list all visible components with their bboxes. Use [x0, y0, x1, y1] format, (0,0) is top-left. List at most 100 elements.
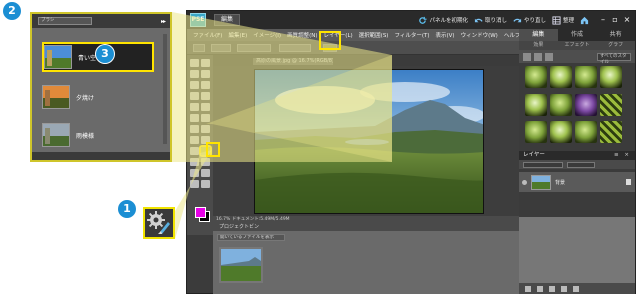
zoom-tool[interactable]: [201, 59, 210, 67]
style-icon[interactable]: [534, 52, 542, 61]
edit-mode-button[interactable]: 編集: [214, 14, 241, 26]
crop-tool[interactable]: [201, 103, 210, 111]
eyedropper-tool[interactable]: [201, 70, 210, 78]
smart-brush-tool[interactable]: [190, 158, 199, 166]
callout-scrollbar[interactable]: [163, 34, 167, 144]
panel-subtabs: 効果 エフェクト グラフ: [519, 41, 635, 50]
menu-bar: ファイル(F) 編集(E) イメージ(I) 画質調整(N) レイヤー(L) 選択…: [187, 29, 519, 41]
brush-tool-callout: [143, 207, 175, 239]
menu-help[interactable]: ヘルプ(H): [504, 31, 519, 39]
red-eye-tool[interactable]: [190, 125, 199, 133]
filter-icon[interactable]: [523, 52, 531, 61]
eraser-tool[interactable]: [201, 136, 210, 144]
option-mode[interactable]: [211, 44, 231, 52]
effect-thumb[interactable]: [550, 66, 572, 88]
eye-icon[interactable]: [522, 179, 527, 185]
magic-wand-tool[interactable]: [190, 92, 199, 100]
sponge-tool[interactable]: [201, 180, 210, 188]
effect-thumb[interactable]: [525, 93, 547, 116]
subtab-graphics[interactable]: グラフ: [596, 41, 635, 50]
tab-share[interactable]: 共有: [596, 29, 635, 41]
paint-bucket-tool[interactable]: [201, 158, 210, 166]
blend-mode-select[interactable]: [523, 161, 563, 168]
type-tool[interactable]: [190, 103, 199, 111]
undo-button[interactable]: 取り消し: [474, 16, 507, 25]
hand-tool[interactable]: [190, 70, 199, 78]
layer-row[interactable]: 背景: [519, 172, 635, 192]
document-photo[interactable]: [254, 69, 484, 214]
status-bar: 16.7% ドキュメント:5.49M/5.49M: [213, 216, 519, 223]
brush-category-select[interactable]: ブラシ: [38, 17, 92, 25]
layers-panel-controls[interactable]: ≡ ×: [614, 151, 631, 160]
panel-area: 編集 作成 共有 効果 エフェクト グラフ すべてのスタイル レイヤー ≡ × …: [519, 29, 635, 294]
photo-effect-icon[interactable]: [545, 52, 553, 61]
preset-item-rainy[interactable]: 雨模様: [42, 120, 154, 150]
organizer-button[interactable]: 整理: [552, 15, 574, 25]
cookie-cutter-tool[interactable]: [201, 114, 210, 122]
move-tool[interactable]: [190, 59, 199, 67]
mask-icon[interactable]: [549, 286, 555, 292]
layers-footer: [519, 283, 635, 294]
healing-brush-tool[interactable]: [201, 125, 210, 133]
effect-thumb[interactable]: [575, 93, 597, 116]
subtab-effects[interactable]: 効果: [519, 41, 558, 50]
maximize-button[interactable]: ▫: [611, 15, 619, 25]
opacity-select[interactable]: [567, 161, 595, 168]
project-bin: プロジェクトビン 開いているファイルを表示: [213, 223, 519, 294]
menu-enhance[interactable]: 画質調整(N): [287, 31, 317, 39]
adjustment-layer-icon[interactable]: [537, 286, 543, 292]
new-layer-icon[interactable]: [525, 286, 531, 292]
quick-select-tool[interactable]: [201, 92, 210, 100]
redo-button[interactable]: やり直し: [513, 16, 546, 25]
menu-view[interactable]: 表示(V): [436, 31, 455, 39]
gradient-tool[interactable]: [190, 169, 199, 177]
option-size[interactable]: [237, 44, 271, 52]
effect-thumb[interactable]: [575, 121, 597, 144]
marquee-tool[interactable]: [190, 81, 199, 89]
effects-select[interactable]: すべてのスタイル: [597, 52, 631, 65]
tab-edit[interactable]: 編集: [519, 29, 558, 41]
minimize-button[interactable]: –: [599, 15, 607, 25]
menu-file[interactable]: ファイル(F): [193, 31, 222, 39]
pencil-tool[interactable]: [190, 147, 199, 155]
close-button[interactable]: ×: [623, 15, 631, 25]
preset-item-sunset[interactable]: 夕焼け: [42, 82, 154, 112]
lasso-tool[interactable]: [201, 81, 210, 89]
foreground-color-swatch[interactable]: [195, 207, 206, 218]
link-icon[interactable]: [561, 286, 567, 292]
menu-select[interactable]: 選択範囲(S): [359, 31, 389, 39]
effect-thumb[interactable]: [600, 121, 622, 144]
trash-icon[interactable]: [573, 286, 579, 292]
lock-icon: [626, 179, 631, 185]
subtab-styles[interactable]: エフェクト: [558, 41, 597, 50]
menu-image[interactable]: イメージ(I): [253, 31, 281, 39]
effect-thumb[interactable]: [550, 121, 572, 144]
document-tab[interactable]: 高原の風景.jpg @ 16.7%(RGB/8): [253, 58, 333, 65]
clone-stamp-tool[interactable]: [190, 136, 199, 144]
close-icon[interactable]: ▸▸: [161, 18, 166, 25]
menu-window[interactable]: ウィンドウ(W): [461, 31, 498, 39]
brush-tool[interactable]: [199, 145, 212, 157]
effect-thumb[interactable]: [600, 66, 622, 88]
project-bin-header: プロジェクトビン: [213, 223, 519, 231]
effect-thumb[interactable]: [575, 66, 597, 88]
option-brush-preset[interactable]: [193, 44, 205, 52]
menu-filter[interactable]: フィルター(T): [394, 31, 429, 39]
recompose-tool[interactable]: [190, 114, 199, 122]
tab-create[interactable]: 作成: [558, 29, 597, 41]
effect-thumb[interactable]: [525, 66, 547, 88]
home-button[interactable]: [580, 16, 589, 25]
effect-thumb[interactable]: [525, 121, 547, 144]
reset-panels-button[interactable]: パネルを初期化: [418, 16, 468, 25]
project-bin-thumbnail[interactable]: [219, 247, 263, 283]
option-opacity[interactable]: [279, 44, 311, 52]
organizer-label: 整理: [562, 18, 574, 24]
effect-thumb[interactable]: [600, 93, 622, 116]
menu-edit[interactable]: 編集(E): [228, 31, 247, 39]
option-brush-picker[interactable]: [323, 44, 337, 52]
blur-tool[interactable]: [190, 180, 199, 188]
project-bin-select[interactable]: 開いているファイルを表示: [217, 234, 285, 241]
shape-tool[interactable]: [201, 169, 210, 177]
effect-thumb[interactable]: [550, 93, 572, 116]
menu-layer[interactable]: レイヤー(L): [323, 31, 352, 39]
